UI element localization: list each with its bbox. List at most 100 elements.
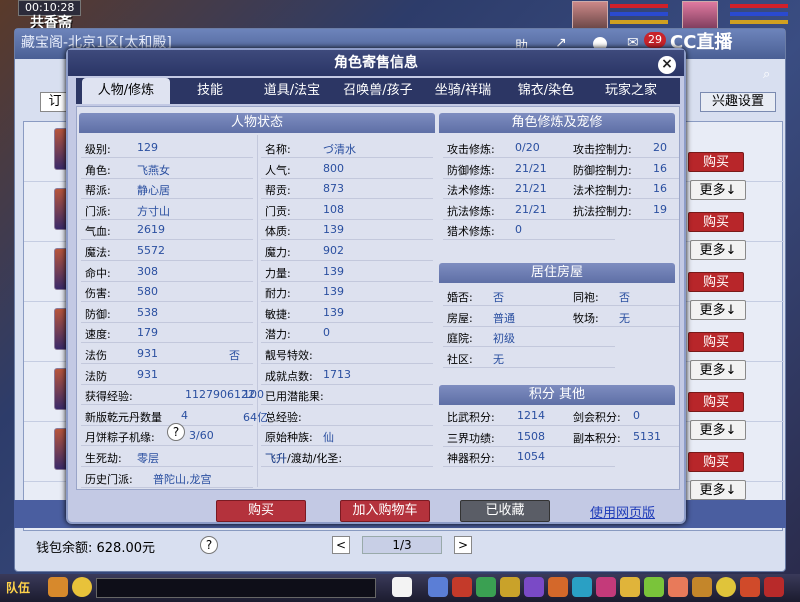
buy-button[interactable]: 购买 [688,152,744,172]
event-icon[interactable] [668,577,688,597]
notification-badge: 29 [644,32,666,48]
sword-icon[interactable] [428,577,448,597]
buy-button[interactable]: 购买 [688,272,744,292]
field-value: 100 [243,388,264,402]
row-divider [261,321,433,323]
more-button[interactable]: 更多↓ [690,300,746,320]
row-divider [81,198,253,200]
field-value: 初级 [493,332,515,346]
buy-button[interactable]: 购买 [688,392,744,412]
field-label: 敏捷: [265,307,291,321]
row-divider [81,321,253,323]
map-icon[interactable] [644,577,664,597]
field-label: 人气: [265,163,291,177]
help-icon[interactable]: ? [167,423,185,441]
field-label: 生死劫: [85,452,122,465]
field-label: 命中: [85,266,111,280]
pet-hp-bar [730,4,788,8]
field-label: 法术修炼: [447,184,495,198]
field-label: 神器积分: [447,452,495,466]
tab-items[interactable]: 道具/法宝 [250,78,334,104]
tab-character[interactable]: 人物/修炼 [82,78,170,104]
buy-button[interactable]: 购买 [688,332,744,352]
mail-icon[interactable] [692,577,712,597]
row-divider [261,363,433,364]
field-label: 庭院: [447,332,473,346]
field-value: 179 [137,326,158,340]
use-web-version-link[interactable]: 使用网页版 [590,502,655,521]
mic-icon[interactable] [48,577,68,597]
shop-icon[interactable] [500,577,520,597]
team-button[interactable]: 队伍 [6,579,30,596]
mp-bar [610,12,668,16]
chat-input[interactable] [96,578,376,598]
field-value: 零层 [137,452,159,465]
field-value: 飞燕女 [137,163,170,177]
field-value: 139 [323,223,344,237]
search-icon[interactable]: ⌕ [763,67,779,83]
field-label: 新版乾元丹数量 [85,410,162,424]
row-divider [569,198,679,200]
divider [257,135,258,487]
gift-icon[interactable] [476,577,496,597]
field-value: 4 [181,408,188,422]
wallet-balance: 钱包余额: 628.00元 [36,541,155,556]
field-value: 139 [323,285,344,299]
menu-icon[interactable] [764,577,784,597]
add-to-cart-button[interactable]: 加入购物车 [340,500,430,522]
more-button[interactable]: 更多↓ [690,360,746,380]
field-label: 气血: [85,225,111,239]
next-page-button[interactable]: > [454,536,472,554]
tab-mounts[interactable]: 坐骑/祥瑞 [422,78,504,104]
prev-page-button[interactable]: < [332,536,350,554]
interest-settings-button[interactable]: 兴趣设置 [700,92,776,112]
tab-outfits[interactable]: 锦衣/染色 [504,78,588,104]
field-value: 静心居 [137,184,170,198]
field-label: 耐力: [265,287,291,301]
more-button[interactable]: 更多↓ [690,240,746,260]
dialog-title: 角色寄售信息 [68,50,684,76]
pet-icon[interactable] [392,577,412,597]
tab-pets[interactable]: 召唤兽/孩子 [334,78,422,104]
bag-icon[interactable] [452,577,472,597]
guild-icon[interactable] [596,577,616,597]
favorited-button[interactable]: 已收藏 [460,500,550,522]
rank-icon[interactable] [620,577,640,597]
skill-icon[interactable] [524,577,544,597]
field-value: 21/21 [515,182,547,196]
more-button[interactable]: 更多↓ [690,420,746,440]
sp-bar [610,20,668,24]
field-value: 931 [137,367,158,381]
row-divider [81,342,253,344]
field-value: 16 [653,161,667,175]
more-button[interactable]: 更多↓ [690,180,746,200]
field-value: 108 [323,202,344,216]
emote-icon[interactable] [716,577,736,597]
field-value: 64亿 [243,410,268,424]
field-label: 力量: [265,266,291,280]
buy-button[interactable]: 购买 [688,212,744,232]
chat-icon[interactable] [72,577,92,597]
field-label: 总经验: [265,410,302,424]
field-label: 速度: [85,328,111,342]
page-indicator[interactable]: 1/3 [362,536,442,554]
row-divider [81,239,253,241]
player-portrait[interactable] [572,1,608,31]
buy-button[interactable]: 购买 [216,500,306,522]
more-button[interactable]: 更多↓ [690,480,746,500]
field-value: 139 [323,305,344,319]
buy-button[interactable]: 购买 [688,452,744,472]
pet-portrait[interactable] [682,1,718,31]
field-label: 帮派: [85,184,111,198]
help-icon[interactable]: ? [200,536,218,554]
field-label: 历史门派: [85,472,133,486]
hp-bar [610,4,668,8]
tab-skills[interactable]: 技能 [170,78,250,104]
tab-player-home[interactable]: 玩家之家 [588,78,674,104]
system-icon[interactable] [740,577,760,597]
field-value: づ清水 [323,143,356,156]
training-header: 角色修炼及宠修 [439,113,675,133]
close-icon[interactable]: × [658,56,676,74]
task-icon[interactable] [548,577,568,597]
friend-icon[interactable] [572,577,592,597]
